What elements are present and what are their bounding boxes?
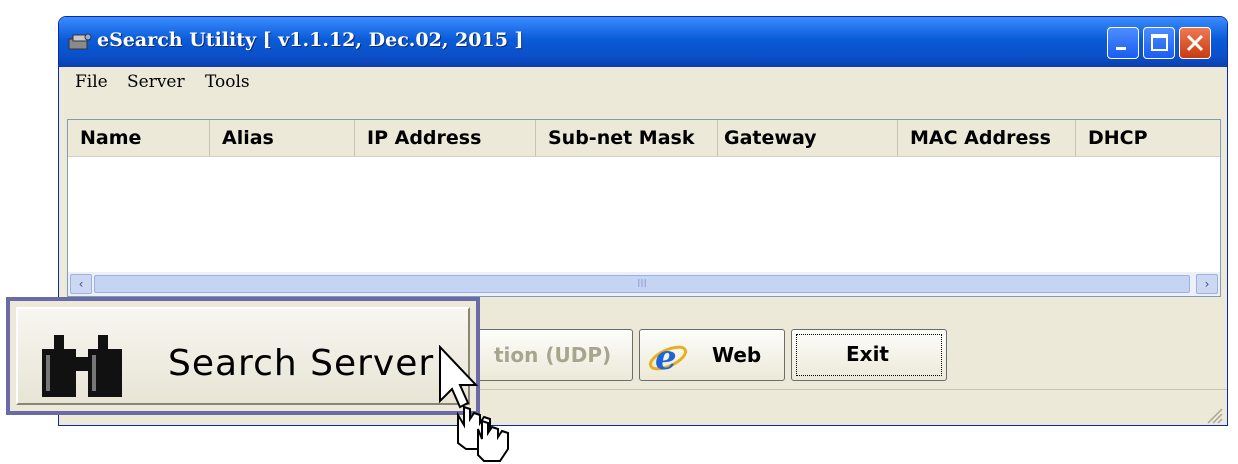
search-server-callout: Search Server — [6, 297, 480, 415]
menu-file[interactable]: File — [75, 72, 108, 92]
web-button[interactable]: e Web — [639, 329, 785, 381]
column-header-mac-address[interactable]: MAC Address — [898, 120, 1076, 156]
search-server-label: Search Server — [168, 343, 435, 384]
menu-server[interactable]: Server — [127, 72, 185, 92]
column-header-dhcp[interactable]: DHCP — [1076, 120, 1222, 156]
column-header-ip-address[interactable]: IP Address — [355, 120, 536, 156]
close-icon — [1186, 34, 1204, 52]
window-title: eSearch Utility [ v1.1.12, Dec.02, 2015 … — [97, 29, 524, 51]
table-header: Name Alias IP Address Sub-net Mask Gatew… — [68, 120, 1220, 157]
menu-bar: File Server Tools — [59, 67, 1227, 95]
title-bar[interactable]: eSearch Utility [ v1.1.12, Dec.02, 2015 … — [59, 17, 1227, 67]
maximize-icon — [1151, 34, 1168, 51]
server-list[interactable]: Name Alias IP Address Sub-net Mask Gatew… — [67, 119, 1221, 297]
column-header-subnet-mask[interactable]: Sub-net Mask — [536, 120, 718, 156]
close-button[interactable] — [1179, 27, 1211, 59]
exit-label: Exit — [846, 342, 889, 366]
exit-button[interactable]: Exit — [791, 329, 947, 381]
search-utility-icon — [68, 33, 92, 50]
web-label: Web — [712, 343, 762, 367]
horizontal-scrollbar[interactable]: ‹ III › — [68, 272, 1220, 296]
column-header-gateway[interactable]: Gateway — [718, 120, 898, 156]
svg-text:e: e — [655, 338, 677, 376]
hand-pointer-cursor — [439, 345, 509, 462]
ie-browser-icon: e — [648, 338, 688, 376]
binoculars-icon — [42, 335, 122, 397]
scroll-left-button[interactable]: ‹ — [70, 274, 92, 294]
scroll-right-button[interactable]: › — [1196, 274, 1218, 294]
minimize-button[interactable] — [1107, 27, 1139, 59]
resize-grip-icon[interactable] — [1205, 406, 1223, 424]
minimize-icon — [1116, 47, 1126, 50]
scroll-thumb[interactable]: III — [94, 275, 1190, 293]
maximize-button[interactable] — [1143, 27, 1175, 59]
column-header-name[interactable]: Name — [68, 120, 210, 156]
column-header-alias[interactable]: Alias — [210, 120, 355, 156]
search-server-button[interactable]: Search Server — [16, 307, 470, 405]
menu-tools[interactable]: Tools — [205, 72, 250, 92]
